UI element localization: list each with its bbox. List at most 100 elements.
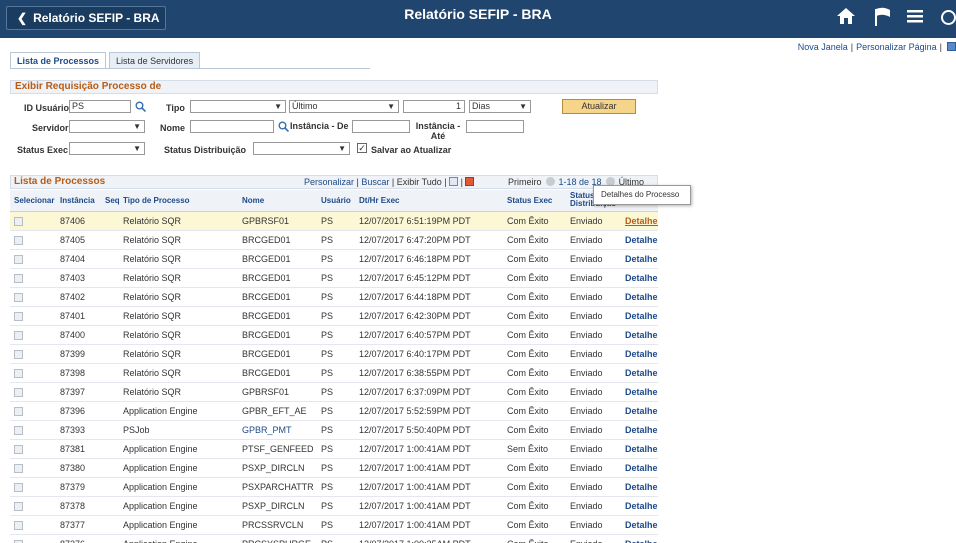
cell-select (10, 534, 56, 543)
cell-user: PS (317, 287, 355, 307)
row-select-checkbox[interactable] (14, 349, 23, 359)
col-run-status[interactable]: Status Exec (503, 190, 566, 212)
unit-select[interactable]: Dias ▼ (469, 100, 531, 113)
cell-name: PTSF_GENFEED (238, 439, 317, 459)
details-link[interactable]: Detalhes (625, 273, 658, 283)
back-button[interactable]: ❮ Relatório SEFIP - BRA (6, 6, 166, 30)
cell-seq (101, 249, 119, 269)
name-lookup-icon[interactable] (278, 121, 289, 132)
row-select-checkbox[interactable] (14, 463, 23, 473)
cell-name: BRCGED01 (238, 268, 317, 288)
cell-user: PS (317, 534, 355, 543)
user-id-input[interactable]: PS (69, 100, 131, 113)
cell-select (10, 382, 56, 402)
row-select-checkbox[interactable] (14, 501, 23, 511)
search-grid-link[interactable]: Buscar (361, 177, 389, 187)
personalize-grid-link[interactable]: Personalizar (304, 177, 354, 187)
row-select-checkbox[interactable] (14, 235, 23, 245)
page-options-icon[interactable] (947, 42, 956, 51)
col-instance[interactable]: Instância (56, 190, 101, 212)
details-link[interactable]: Detalhes (625, 292, 658, 302)
back-button-label: Relatório SEFIP - BRA (33, 11, 160, 25)
instance-from-input[interactable] (352, 120, 410, 133)
cell-dist-status: Enviado (566, 496, 621, 516)
details-link[interactable]: Detalhes (625, 254, 658, 264)
cell-instance: 87398 (56, 363, 101, 383)
row-select-checkbox[interactable] (14, 406, 23, 416)
cell-run-datetime: 12/07/2017 1:00:41AM PDT (355, 515, 503, 535)
details-link[interactable]: Detalhes (625, 406, 658, 416)
row-select-checkbox[interactable] (14, 425, 23, 435)
row-select-checkbox[interactable] (14, 444, 23, 454)
menu-icon[interactable] (906, 7, 924, 25)
col-seq[interactable]: Seq (101, 190, 119, 212)
col-name[interactable]: Nome (238, 190, 317, 212)
flag-icon[interactable] (874, 7, 892, 27)
name-input[interactable] (190, 120, 274, 133)
tab-server-list[interactable]: Lista de Servidores (109, 52, 201, 69)
instance-to-input[interactable] (466, 120, 524, 133)
nav-bar-icon[interactable] (941, 10, 956, 25)
row-select-checkbox[interactable] (14, 539, 23, 543)
last-select[interactable]: Último ▼ (289, 100, 399, 113)
tab-process-list[interactable]: Lista de Processos (10, 52, 107, 69)
type-select[interactable]: ▼ (190, 100, 286, 113)
col-user[interactable]: Usuário (317, 190, 355, 212)
new-window-link[interactable]: Nova Janela (798, 42, 848, 52)
row-select-checkbox[interactable] (14, 292, 23, 302)
details-link[interactable]: Detalhes (625, 444, 658, 454)
user-id-label: ID Usuário (24, 103, 70, 113)
cell-select (10, 420, 56, 440)
row-select-checkbox[interactable] (14, 216, 23, 226)
status-exec-select[interactable]: ▼ (69, 142, 145, 155)
prev-page-icon[interactable] (545, 177, 555, 186)
zoom-grid-icon[interactable] (449, 177, 459, 186)
row-select-checkbox[interactable] (14, 520, 23, 530)
details-link[interactable]: Detalhes (625, 349, 658, 359)
table-row: 87402 Relatório SQR BRCGED01 PS 12/07/2017 6… (10, 287, 658, 307)
cell-user: PS (317, 268, 355, 288)
details-link[interactable]: Detalhes (625, 216, 658, 226)
details-link[interactable]: Detalhes (625, 425, 658, 435)
view-all-link[interactable]: Exibir Tudo (397, 177, 442, 187)
server-select[interactable]: ▼ (69, 120, 145, 133)
cell-run-status: Com Êxito (503, 477, 566, 497)
col-process-type[interactable]: Tipo de Processo (119, 190, 238, 212)
details-link[interactable]: Detalhes (625, 368, 658, 378)
cell-run-datetime: 12/07/2017 6:46:18PM PDT (355, 249, 503, 269)
table-body: 87406 Relatório SQR GPBRSF01 PS 12/07/2017 6… (10, 211, 658, 543)
home-icon[interactable] (836, 7, 856, 25)
row-select-checkbox[interactable] (14, 387, 23, 397)
cell-name: PSXP_DIRCLN (238, 458, 317, 478)
details-link[interactable]: Detalhes (625, 482, 658, 492)
cell-dist-status: Enviado (566, 268, 621, 288)
details-link[interactable]: Detalhes (625, 387, 658, 397)
save-on-update-checkbox[interactable]: ✓ (357, 143, 367, 153)
count-input[interactable]: 1 (403, 100, 465, 113)
cell-run-status: Com Êxito (503, 515, 566, 535)
col-run-datetime[interactable]: Dt/Hr Exec (355, 190, 503, 212)
cell-instance: 87381 (56, 439, 101, 459)
cell-user: PS (317, 211, 355, 231)
status-dist-select[interactable]: ▼ (253, 142, 350, 155)
details-link[interactable]: Detalhes (625, 501, 658, 511)
download-excel-icon[interactable] (465, 177, 475, 186)
cell-details: Detalhes (621, 439, 658, 459)
user-id-lookup-icon[interactable] (135, 101, 146, 112)
details-link[interactable]: Detalhes (625, 330, 658, 340)
details-link[interactable]: Detalhes (625, 235, 658, 245)
cell-instance: 87401 (56, 306, 101, 326)
row-select-checkbox[interactable] (14, 330, 23, 340)
cell-run-datetime: 12/07/2017 1:00:35AM PDT (355, 534, 503, 543)
details-link[interactable]: Detalhes (625, 463, 658, 473)
details-link[interactable]: Detalhes (625, 539, 658, 543)
details-link[interactable]: Detalhes (625, 311, 658, 321)
row-select-checkbox[interactable] (14, 368, 23, 378)
details-link[interactable]: Detalhes (625, 520, 658, 530)
update-button[interactable]: Atualizar (562, 99, 636, 114)
row-select-checkbox[interactable] (14, 482, 23, 492)
row-select-checkbox[interactable] (14, 273, 23, 283)
row-select-checkbox[interactable] (14, 311, 23, 321)
personalize-page-link[interactable]: Personalizar Página (856, 42, 937, 52)
row-select-checkbox[interactable] (14, 254, 23, 264)
